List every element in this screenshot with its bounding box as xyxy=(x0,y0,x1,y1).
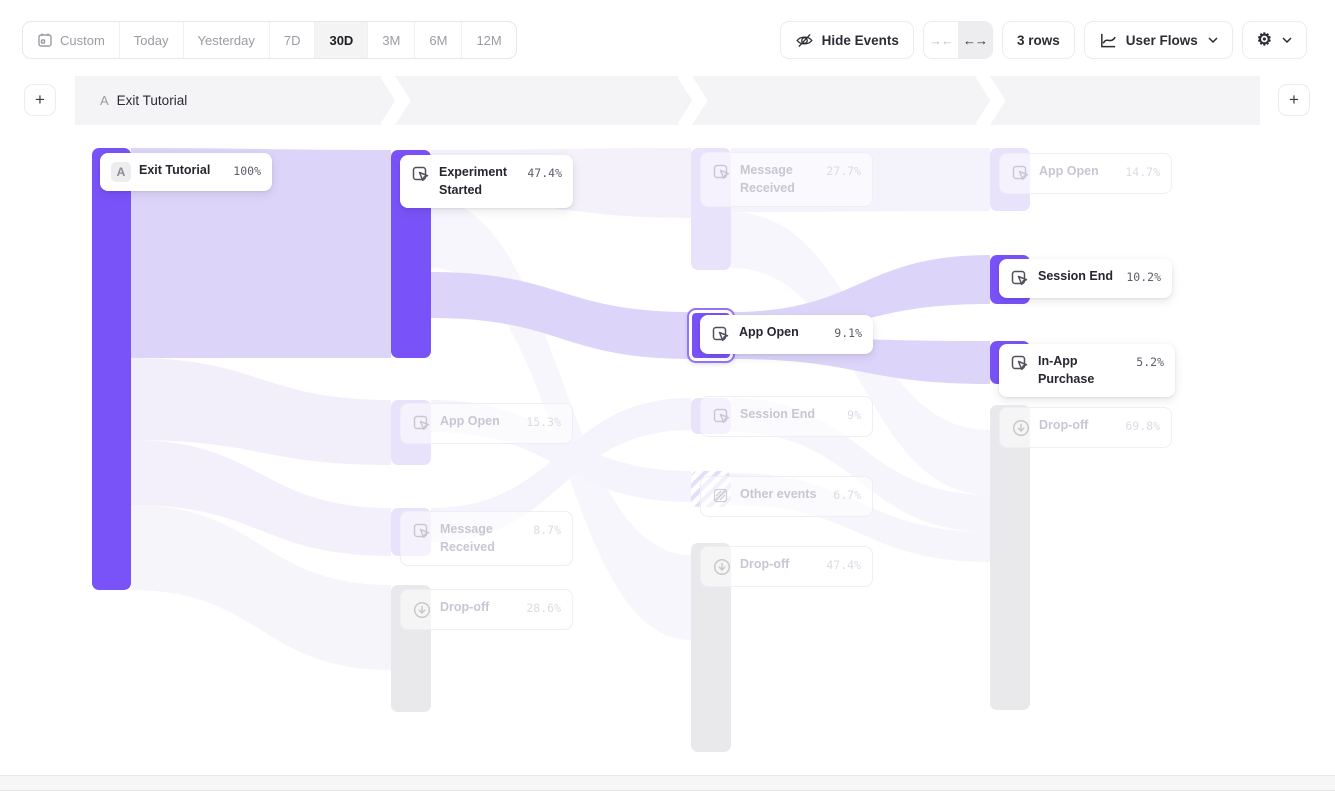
node-card-other-events[interactable]: Other events 6.7% xyxy=(700,476,873,517)
event-icon xyxy=(411,164,431,185)
node-bar-exit-tutorial[interactable] xyxy=(92,148,131,590)
drop-off-icon xyxy=(712,556,732,577)
node-card-in-app-purchase[interactable]: In-App Purchase 5.2% xyxy=(999,344,1175,397)
node-bar-drop-off[interactable] xyxy=(990,405,1030,710)
drop-off-icon xyxy=(1011,417,1031,438)
event-icon xyxy=(1010,353,1030,374)
node-card-drop-off[interactable]: Drop-off 69.8% xyxy=(999,407,1172,448)
node-card-experiment-started[interactable]: Experiment Started 47.4% xyxy=(400,155,573,208)
drop-off-icon xyxy=(412,599,432,620)
node-card-message-received[interactable]: Message Received 8.7% xyxy=(400,511,573,566)
step-a-badge: A xyxy=(111,162,131,182)
event-icon xyxy=(711,324,731,345)
event-icon xyxy=(712,406,732,427)
other-events-icon xyxy=(712,486,732,507)
flow-link-highlighted xyxy=(431,272,691,359)
event-icon xyxy=(412,413,432,434)
event-icon xyxy=(712,162,732,183)
node-card-message-received[interactable]: Message Received 27.7% xyxy=(700,152,873,207)
node-card-drop-off[interactable]: Drop-off 28.6% xyxy=(400,589,573,630)
event-icon xyxy=(1010,268,1030,289)
horizontal-scrollbar[interactable] xyxy=(0,775,1335,791)
node-card-exit-tutorial[interactable]: A Exit Tutorial 100% xyxy=(100,153,272,191)
event-icon xyxy=(1011,163,1031,184)
node-card-app-open[interactable]: App Open 14.7% xyxy=(999,153,1172,194)
node-card-app-open[interactable]: App Open 15.3% xyxy=(400,403,573,444)
event-icon xyxy=(412,521,432,542)
node-card-session-end[interactable]: Session End 10.2% xyxy=(999,259,1172,298)
node-card-app-open-selected[interactable]: App Open 9.1% xyxy=(700,315,873,354)
user-flows-app: Custom Today Yesterday 7D 30D 3M 6M 12M … xyxy=(0,0,1335,793)
node-card-drop-off[interactable]: Drop-off 47.4% xyxy=(700,546,873,587)
node-card-session-end[interactable]: Session End 9% xyxy=(700,396,873,437)
